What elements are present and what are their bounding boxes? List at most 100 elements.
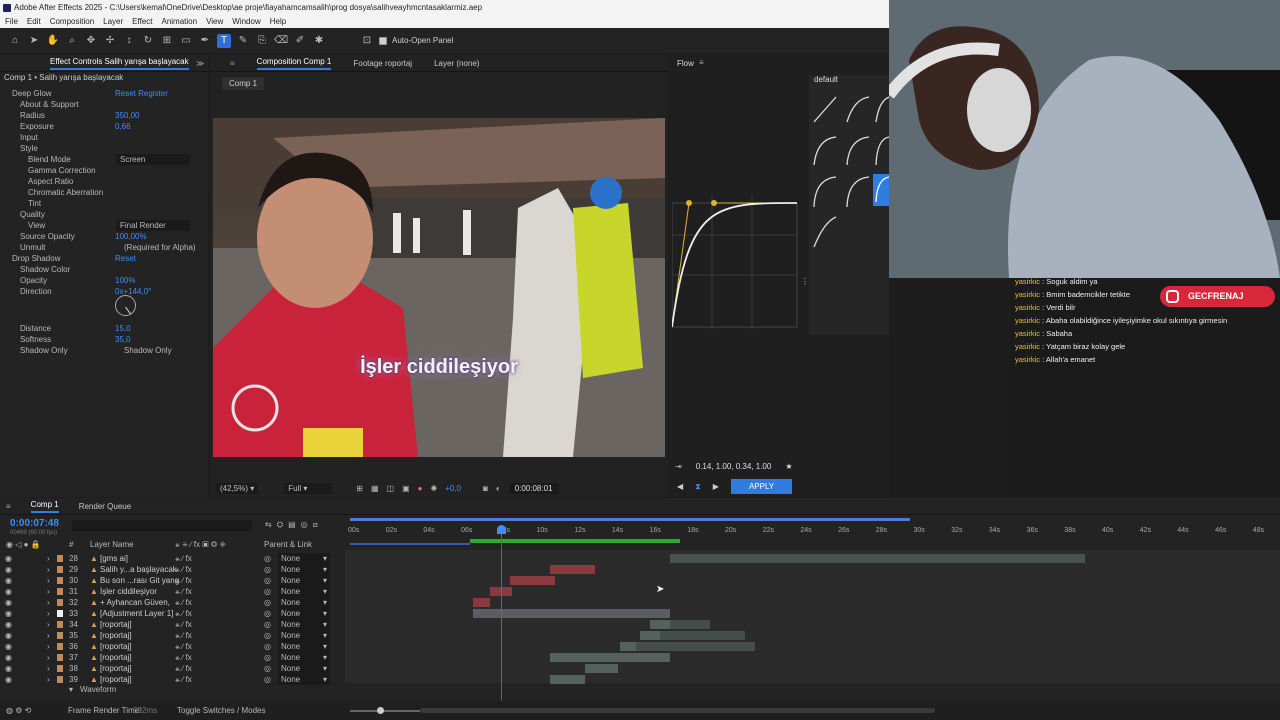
menu-effect[interactable]: Effect (127, 15, 156, 28)
flow-next-icon[interactable]: ▶ (713, 482, 719, 491)
type-tool-icon[interactable]: T (217, 33, 231, 48)
parent-pickwhip-icon[interactable]: ◎ (264, 575, 271, 586)
roto-brush-tool-icon[interactable]: ✐ (293, 34, 307, 48)
resolution-dropdown[interactable]: Full ▾ (284, 482, 333, 494)
layer-duration-bar[interactable] (473, 598, 490, 607)
current-timecode[interactable]: 0:00:07:48 (10, 518, 59, 529)
layer-switches-icons[interactable]: ⚹ ∕ fx (175, 619, 192, 630)
eye-icon[interactable]: ◉ (5, 663, 12, 674)
layer-switches-icons[interactable]: ⚹ ∕ fx (175, 641, 192, 652)
layer-duration-bar[interactable] (670, 620, 710, 629)
layer-row[interactable]: ◉ › 31 ▲ İşler ciddileşiyor ⚹ ∕ fx ◎ None ▾ (0, 586, 345, 597)
parent-dropdown[interactable]: None ▾ (278, 630, 330, 641)
flow-menu-icon[interactable]: ≡ (699, 58, 704, 67)
label-color-swatch[interactable] (57, 665, 63, 672)
layer-row[interactable]: ◉ › 35 ▲ [roportaj] ⚹ ∕ fx ◎ None ▾ (0, 630, 345, 641)
layer-switches-icons[interactable]: ⚹ ∕ fx (175, 597, 192, 608)
layer-row[interactable]: ◉ › 34 ▲ [roportaj] ⚹ ∕ fx ◎ None ▾ (0, 619, 345, 630)
parent-dropdown[interactable]: None ▾ (278, 597, 330, 608)
layer-switches-icons[interactable]: ⚹ ∕ fx (175, 663, 192, 674)
favorite-star-icon[interactable]: ★ (785, 462, 792, 471)
guides-icon[interactable]: ▣ (402, 484, 410, 493)
footer-icons[interactable]: ◍ ⚙ ⟲ (6, 702, 31, 720)
effect-row-value[interactable]: Shadow Only (124, 345, 172, 356)
tab-layer[interactable]: Layer (none) (434, 59, 479, 68)
clone-stamp-tool-icon[interactable]: ⎘ (255, 34, 269, 48)
home-icon[interactable]: ⌂ (8, 34, 22, 48)
expand-triangle-icon[interactable]: › (47, 553, 50, 564)
layer-duration-bar[interactable] (650, 620, 670, 629)
layer-duration-bar[interactable] (585, 664, 618, 673)
menu-layer[interactable]: Layer (98, 15, 127, 28)
motion-blur-icon[interactable]: ◎ (301, 520, 308, 530)
layer-name[interactable]: Salih y...a başlayacak (100, 564, 177, 575)
eye-icon[interactable]: ◉ (5, 586, 12, 597)
layer-duration-bar[interactable] (550, 653, 670, 662)
layer-duration-bar[interactable] (550, 565, 595, 574)
comp-sub-tab[interactable]: Comp 1 (222, 77, 265, 90)
effect-row-value[interactable]: 35,0 (115, 334, 131, 345)
label-color-swatch[interactable] (57, 577, 63, 584)
tab-footage[interactable]: Footage roportaj (353, 59, 412, 68)
parent-pickwhip-icon[interactable]: ◎ (264, 586, 271, 597)
parent-pickwhip-icon[interactable]: ◎ (264, 652, 271, 663)
rotate-tool-icon[interactable]: ↻ (141, 34, 155, 48)
eye-icon[interactable]: ◉ (5, 575, 12, 586)
layer-switches-icons[interactable]: ⚹ ∕ fx (175, 575, 192, 586)
label-color-swatch[interactable] (57, 566, 63, 573)
parent-pickwhip-icon[interactable]: ◎ (264, 597, 271, 608)
layer-row[interactable]: ◉ › 36 ▲ [roportaj] ⚹ ∕ fx ◎ None ▾ (0, 641, 345, 652)
selection-tool-icon[interactable]: ➤ (27, 34, 41, 48)
layer-switches-icons[interactable]: ⚹ ∕ fx (175, 553, 192, 564)
channel-icon[interactable]: ● (418, 484, 423, 493)
timeline-menu-icon[interactable]: ≡ (6, 502, 11, 511)
effect-reset-register[interactable]: Reset Register (115, 88, 168, 99)
eye-icon[interactable]: ◉ (5, 630, 12, 641)
toggle-switches-modes-button[interactable]: Toggle Switches / Modes (177, 702, 266, 720)
eye-icon[interactable]: ◉ (5, 553, 12, 564)
transparency-grid-icon[interactable]: ▦ (371, 484, 379, 493)
layer-switches-icons[interactable]: ⚹ ∕ fx (175, 652, 192, 663)
puppet-tool-icon[interactable]: ✱ (312, 34, 326, 48)
eye-icon[interactable]: ◉ (5, 641, 12, 652)
label-color-swatch[interactable] (57, 610, 63, 617)
effect-row-value[interactable]: 350,00 (115, 110, 139, 121)
effect-row-value[interactable]: Screen (116, 154, 190, 165)
exposure-value[interactable]: +0,0 (445, 484, 461, 493)
layer-name[interactable]: [roportaj] (100, 641, 132, 652)
eraser-tool-icon[interactable]: ⌫ (274, 34, 288, 48)
pen-tool-icon[interactable]: ✒ (198, 34, 212, 48)
menu-view[interactable]: View (201, 15, 227, 28)
effect-row-value[interactable]: (Required for Alpha) (124, 242, 196, 253)
layer-name[interactable]: + Ayhancan Güven, (100, 597, 170, 608)
expand-triangle-icon[interactable]: › (47, 575, 50, 586)
mask-icon[interactable]: ◫ (387, 484, 395, 493)
eye-icon[interactable]: ◉ (5, 597, 12, 608)
graph-editor-icon[interactable]: ⧄ (313, 520, 318, 530)
layer-switches-icons[interactable]: ⚹ ∕ fx (175, 586, 192, 597)
layer-duration-bar[interactable] (640, 631, 660, 640)
layer-switches-icons[interactable]: ⚹ ∕ fx (175, 564, 192, 575)
zoom-tool-icon[interactable]: ⌕ (65, 34, 79, 48)
expand-triangle-icon[interactable]: › (47, 663, 50, 674)
expand-triangle-icon[interactable]: › (47, 597, 50, 608)
layer-name[interactable]: [gms ai] (100, 553, 128, 564)
menu-composition[interactable]: Composition (45, 15, 98, 28)
menu-animation[interactable]: Animation (156, 15, 201, 28)
parent-pickwhip-icon[interactable]: ◎ (264, 630, 271, 641)
bezier-curve-editor[interactable] (672, 195, 802, 335)
composition-viewer[interactable]: İşler ciddileşiyor (213, 118, 665, 457)
panel-menu-icon[interactable]: ≫ (196, 59, 204, 68)
parent-dropdown[interactable]: None ▾ (278, 619, 330, 630)
col-layer-name[interactable]: Layer Name (90, 539, 134, 550)
effect-row-value[interactable]: 15,0 (115, 323, 131, 334)
flow-prev-icon[interactable]: ◀ (677, 482, 683, 491)
playhead-line[interactable] (501, 525, 502, 700)
parent-dropdown[interactable]: None ▾ (278, 608, 330, 619)
expand-triangle-icon[interactable]: › (47, 641, 50, 652)
comp-timecode[interactable]: 0:00:08:01 (508, 482, 559, 494)
tab-effect-controls[interactable]: Effect Controls Salih yarışa başlayacak (50, 57, 189, 70)
apply-button[interactable]: APPLY (730, 479, 793, 494)
layer-name[interactable]: [roportaj] (100, 652, 132, 663)
parent-pickwhip-icon[interactable]: ◎ (264, 564, 271, 575)
